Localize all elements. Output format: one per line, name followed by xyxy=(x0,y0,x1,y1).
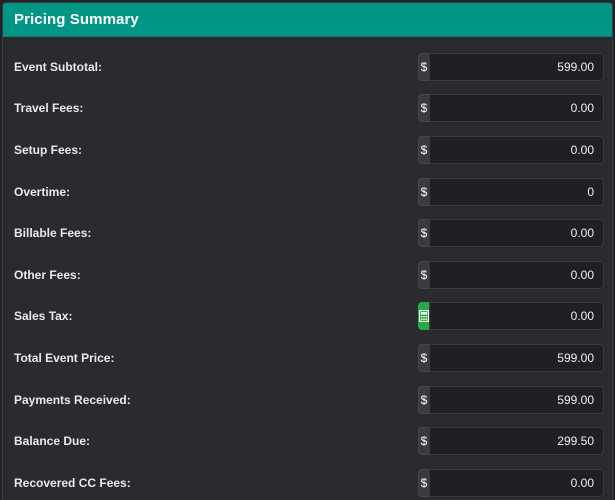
sales-tax-input-group xyxy=(418,302,604,331)
billable-fees-input-group: $ xyxy=(418,219,604,248)
row-setup-fees: Setup Fees: $ xyxy=(3,129,612,171)
dollar-sign-icon: $ xyxy=(418,468,429,497)
row-event-subtotal: Event Subtotal: $ xyxy=(3,46,612,88)
billable-fees-label: Billable Fees: xyxy=(14,226,92,241)
overtime-input[interactable] xyxy=(429,177,604,206)
dollar-sign-icon: $ xyxy=(418,94,429,123)
payments-received-input[interactable] xyxy=(429,385,604,414)
row-recovered-cc-fees: Recovered CC Fees: $ xyxy=(3,462,612,500)
total-event-price-input[interactable] xyxy=(429,343,604,372)
setup-fees-input-group: $ xyxy=(418,135,604,164)
recovered-cc-fees-input[interactable] xyxy=(429,468,604,497)
setup-fees-input[interactable] xyxy=(429,135,604,164)
dollar-sign-icon: $ xyxy=(418,343,429,372)
travel-fees-input[interactable] xyxy=(429,94,604,123)
event-subtotal-input[interactable] xyxy=(429,52,604,81)
dollar-sign-icon: $ xyxy=(418,260,429,289)
dollar-sign-icon: $ xyxy=(418,52,429,81)
row-payments-received: Payments Received: $ xyxy=(3,379,612,421)
row-billable-fees: Billable Fees: $ xyxy=(3,212,612,254)
travel-fees-input-group: $ xyxy=(418,94,604,123)
row-other-fees: Other Fees: $ xyxy=(3,254,612,296)
billable-fees-input[interactable] xyxy=(429,219,604,248)
payments-received-label: Payments Received: xyxy=(14,392,131,407)
dollar-sign-icon: $ xyxy=(418,135,429,164)
overtime-label: Overtime: xyxy=(14,184,71,199)
other-fees-label: Other Fees: xyxy=(14,267,81,282)
sales-tax-input[interactable] xyxy=(429,302,604,331)
dollar-sign-icon: $ xyxy=(418,177,429,206)
setup-fees-label: Setup Fees: xyxy=(14,142,83,157)
panel-title: Pricing Summary xyxy=(14,11,139,28)
sales-tax-label: Sales Tax: xyxy=(14,309,73,324)
event-subtotal-label: Event Subtotal: xyxy=(14,59,103,74)
row-travel-fees: Travel Fees: $ xyxy=(3,88,612,130)
row-balance-due: Balance Due: $ xyxy=(3,420,612,462)
recovered-cc-fees-input-group: $ xyxy=(418,468,604,497)
balance-due-input[interactable] xyxy=(429,427,604,456)
row-overtime: Overtime: $ xyxy=(3,171,612,213)
payments-received-input-group: $ xyxy=(418,385,604,414)
total-event-price-input-group: $ xyxy=(418,343,604,372)
other-fees-input[interactable] xyxy=(429,260,604,289)
row-sales-tax: Sales Tax: xyxy=(3,296,612,338)
pricing-summary-panel: Pricing Summary Event Subtotal: $ Travel… xyxy=(2,2,613,500)
balance-due-input-group: $ xyxy=(418,427,604,456)
dollar-sign-icon: $ xyxy=(418,427,429,456)
recovered-cc-fees-label: Recovered CC Fees: xyxy=(14,475,131,490)
travel-fees-label: Travel Fees: xyxy=(14,101,84,116)
total-event-price-label: Total Event Price: xyxy=(14,350,115,365)
calculator-icon[interactable] xyxy=(418,302,429,331)
overtime-input-group: $ xyxy=(418,177,604,206)
dollar-sign-icon: $ xyxy=(418,385,429,414)
balance-due-label: Balance Due: xyxy=(14,434,91,449)
other-fees-input-group: $ xyxy=(418,260,604,289)
event-subtotal-input-group: $ xyxy=(418,52,604,81)
panel-header: Pricing Summary xyxy=(3,3,612,37)
row-total-event-price: Total Event Price: $ xyxy=(3,337,612,379)
dollar-sign-icon: $ xyxy=(418,219,429,248)
